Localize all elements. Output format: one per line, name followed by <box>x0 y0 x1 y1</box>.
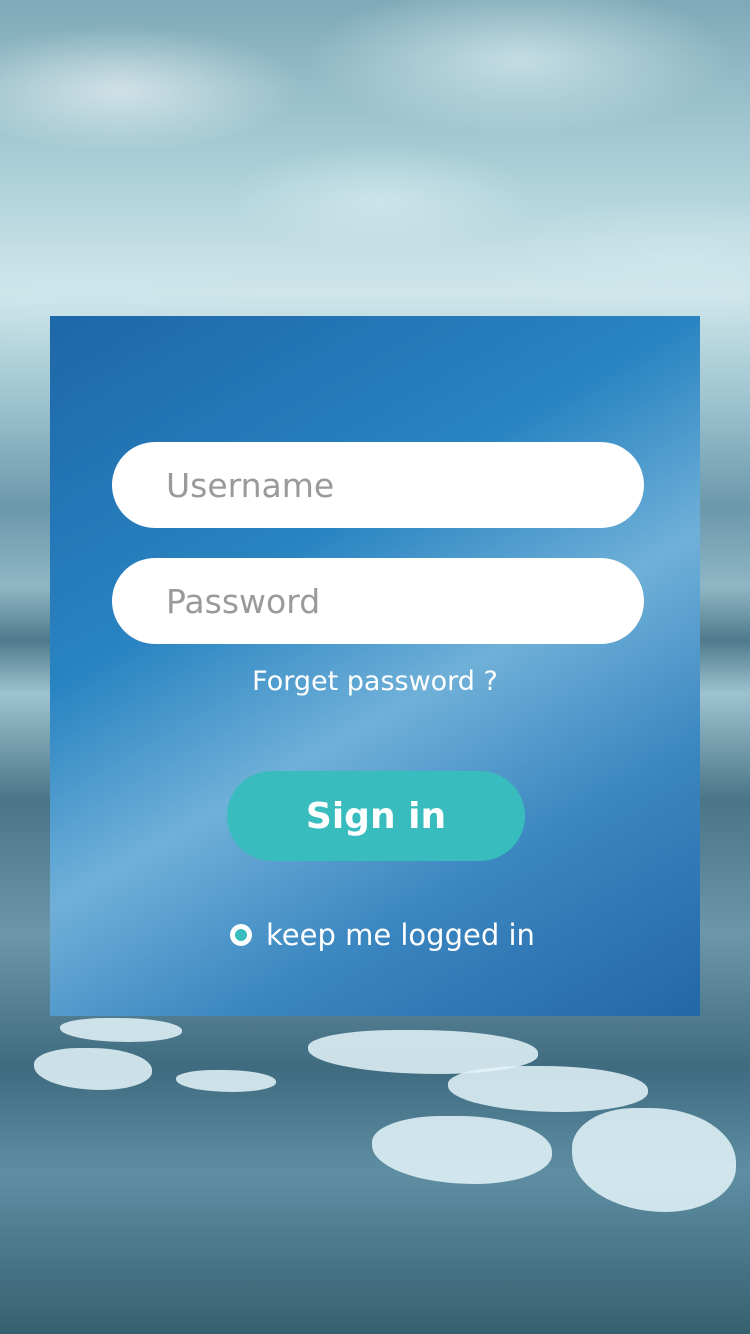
keep-logged-in-toggle[interactable]: keep me logged in <box>230 918 535 952</box>
forgot-password-link[interactable]: Forget password ? <box>50 666 700 697</box>
password-input[interactable] <box>164 580 644 622</box>
password-field[interactable] <box>112 558 644 644</box>
login-panel: Forget password ? Sign in keep me logged… <box>50 316 700 1016</box>
radio-icon[interactable] <box>230 924 252 946</box>
login-screen: Forget password ? Sign in keep me logged… <box>0 0 750 1334</box>
radio-selected-dot <box>235 929 247 941</box>
sign-in-button[interactable]: Sign in <box>227 771 525 861</box>
keep-logged-in-label: keep me logged in <box>266 918 535 952</box>
username-input[interactable] <box>164 464 644 506</box>
username-field[interactable] <box>112 442 644 528</box>
